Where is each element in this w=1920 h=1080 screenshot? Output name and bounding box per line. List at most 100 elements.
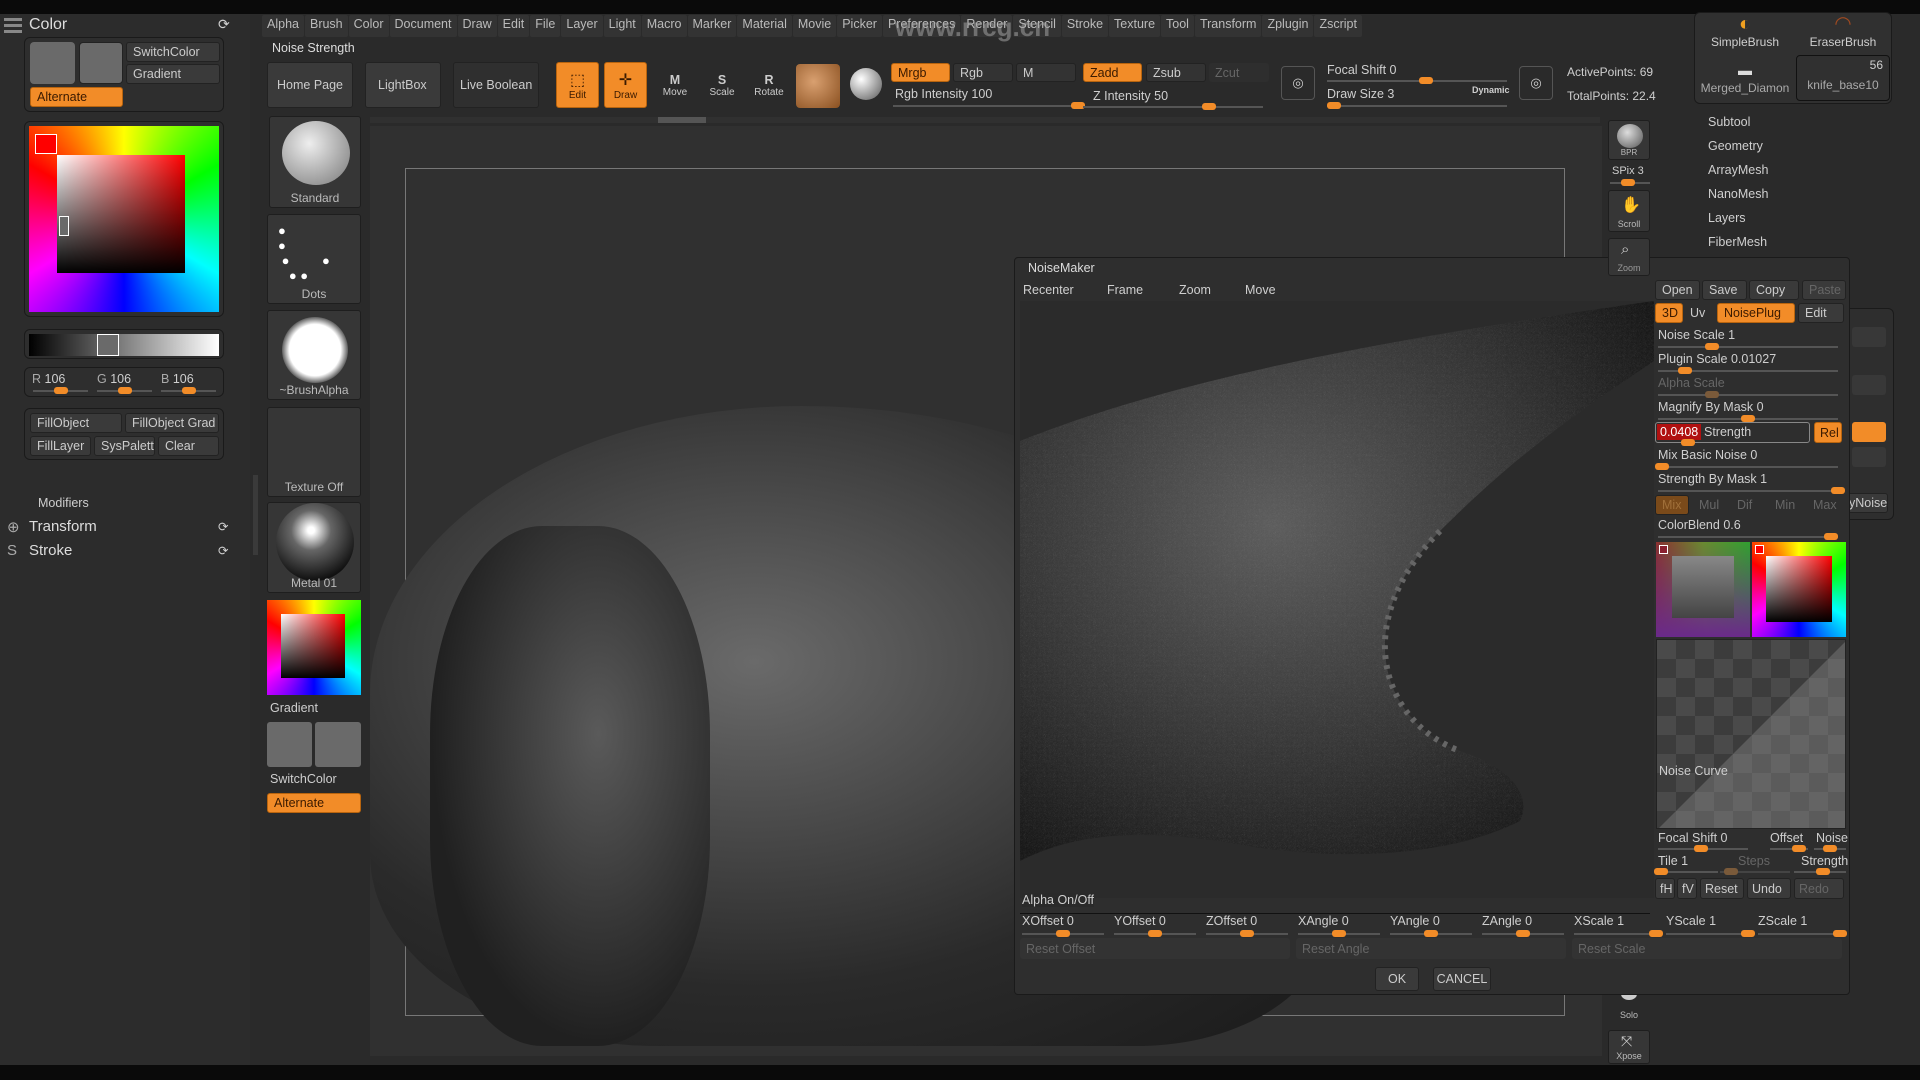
- tool-merged-diamond[interactable]: ▬ Merged_Diamon: [1697, 59, 1793, 101]
- noiseplug-button[interactable]: NoisePlug: [1717, 303, 1795, 323]
- brush-standard[interactable]: Standard: [269, 116, 361, 208]
- clear-button[interactable]: Clear: [158, 436, 219, 456]
- menu-light[interactable]: Light: [603, 15, 641, 37]
- zsub-button[interactable]: Zsub: [1146, 63, 1206, 82]
- rgb-button[interactable]: Rgb: [953, 63, 1013, 82]
- menu-transform[interactable]: Transform: [1194, 15, 1262, 37]
- stroke-dots[interactable]: ● ● ● ● ● ● Dots: [267, 214, 361, 304]
- tool-menu-layers[interactable]: Layers: [1708, 211, 1746, 225]
- rel-button[interactable]: Rel: [1814, 422, 1842, 443]
- g-slider[interactable]: [97, 387, 152, 394]
- spix-slider[interactable]: [1610, 179, 1650, 186]
- zcut-button[interactable]: Zcut: [1209, 63, 1269, 82]
- magnify-by-mask-slider[interactable]: [1658, 415, 1838, 422]
- b-slider[interactable]: [161, 387, 216, 394]
- curve-reset-button[interactable]: Reset: [1700, 878, 1744, 899]
- colorblend-slider[interactable]: [1658, 533, 1838, 540]
- material-sphere-icon[interactable]: [796, 64, 840, 108]
- alternate-button-small[interactable]: Alternate: [267, 793, 361, 813]
- recenter-button[interactable]: Recenter: [1023, 283, 1074, 297]
- curve-tile-slider[interactable]: [1654, 868, 1718, 875]
- xpose-button[interactable]: ⤧ Xpose: [1608, 1030, 1650, 1064]
- menu-zscript[interactable]: Zscript: [1314, 15, 1362, 37]
- menu-file[interactable]: File: [530, 15, 561, 37]
- g-value[interactable]: 106: [110, 372, 131, 386]
- switch-color-button[interactable]: SwitchColor: [126, 42, 220, 62]
- refresh-icon[interactable]: ⟳: [218, 543, 228, 558]
- home-page-button[interactable]: Home Page: [267, 62, 353, 108]
- tool-menu-subtool[interactable]: Subtool: [1708, 115, 1750, 129]
- alternate-button[interactable]: Alternate: [30, 87, 123, 107]
- rotate-button[interactable]: R Rotate: [748, 62, 790, 108]
- ok-button[interactable]: OK: [1375, 967, 1419, 991]
- tool-simplebrush[interactable]: ◐ SimpleBrush: [1697, 13, 1793, 55]
- zadd-button[interactable]: Zadd: [1083, 63, 1142, 82]
- menu-draw[interactable]: Draw: [457, 15, 497, 37]
- menu-alpha[interactable]: Alpha: [262, 15, 304, 37]
- xoffset-slider[interactable]: [1022, 930, 1104, 937]
- curve-fh-button[interactable]: fH: [1655, 878, 1675, 899]
- refresh-icon[interactable]: ⟳: [218, 519, 228, 534]
- strength-slider[interactable]: [1658, 439, 1806, 446]
- edit-button[interactable]: ⬚ Edit: [556, 62, 599, 108]
- xscale-slider[interactable]: [1574, 930, 1663, 937]
- gray-slider-handle[interactable]: [97, 334, 119, 356]
- symmetry-s-icon[interactable]: ◎: [1281, 66, 1315, 100]
- tool-eraserbrush[interactable]: ◠ EraserBrush: [1795, 13, 1891, 55]
- dynamic-button[interactable]: Dynamic: [1472, 85, 1510, 95]
- paste-button[interactable]: Paste: [1802, 280, 1846, 300]
- reset-angle-button[interactable]: Reset Angle: [1296, 938, 1566, 959]
- zoffset-slider[interactable]: [1206, 930, 1288, 937]
- menu-brush[interactable]: Brush: [304, 15, 348, 37]
- strength-value[interactable]: 0.0408: [1657, 424, 1702, 440]
- stroke-sphere-icon[interactable]: [850, 68, 882, 100]
- move-button[interactable]: M Move: [654, 62, 696, 108]
- gray-slider[interactable]: [24, 329, 224, 359]
- xangle-slider[interactable]: [1298, 930, 1380, 937]
- main-color-swatch[interactable]: [30, 42, 75, 84]
- fill-object-button[interactable]: FillObject: [30, 413, 122, 433]
- menu-zplugin[interactable]: Zplugin: [1262, 15, 1314, 37]
- menu-texture[interactable]: Texture: [1109, 15, 1161, 37]
- scale-button[interactable]: S Scale: [701, 62, 743, 108]
- noise-curve-editor[interactable]: Noise Curve: [1656, 639, 1846, 829]
- menu-picker[interactable]: Picker: [837, 15, 882, 37]
- palette-menu-icon[interactable]: [4, 18, 22, 34]
- curve-strength-slider[interactable]: [1794, 868, 1846, 875]
- edit-button[interactable]: Edit: [1798, 303, 1844, 323]
- color-cursor[interactable]: [59, 216, 69, 236]
- zoom-button[interactable]: ⌕ Zoom: [1608, 238, 1650, 276]
- menu-tool[interactable]: Tool: [1161, 15, 1194, 37]
- frame-button[interactable]: Frame: [1107, 283, 1143, 297]
- material-metal[interactable]: Metal 01: [267, 502, 361, 593]
- main-color-swatch-small[interactable]: [267, 722, 312, 767]
- curve-fv-button[interactable]: fV: [1677, 878, 1697, 899]
- background-orange-button[interactable]: [1852, 422, 1886, 442]
- symmetry-d-icon[interactable]: ◎: [1519, 66, 1553, 100]
- by-noise-button[interactable]: yNoise: [1846, 493, 1888, 513]
- rgb-intensity-slider[interactable]: [893, 102, 1085, 109]
- menu-marker[interactable]: Marker: [687, 15, 737, 37]
- gradient-color-picker[interactable]: [267, 600, 361, 695]
- move-button[interactable]: Move: [1245, 283, 1276, 297]
- yscale-slider[interactable]: [1666, 930, 1755, 937]
- gradient-button[interactable]: Gradient: [126, 64, 220, 84]
- m-button[interactable]: M: [1016, 63, 1076, 82]
- menu-layer[interactable]: Layer: [561, 15, 603, 37]
- yoffset-slider[interactable]: [1114, 930, 1196, 937]
- cancel-button[interactable]: CANCEL: [1433, 967, 1491, 991]
- mrgb-button[interactable]: Mrgb: [891, 63, 950, 82]
- tool-menu-geometry[interactable]: Geometry: [1708, 139, 1763, 153]
- curve-undo-button[interactable]: Undo: [1747, 878, 1791, 899]
- menu-document[interactable]: Document: [389, 15, 457, 37]
- sys-palette-button[interactable]: SysPalette: [94, 436, 155, 456]
- zoom-button[interactable]: Zoom: [1179, 283, 1211, 297]
- refresh-icon[interactable]: ⟳: [218, 16, 230, 33]
- menu-stroke[interactable]: Stroke: [1061, 15, 1109, 37]
- strength-field[interactable]: 0.0408 Strength: [1655, 422, 1810, 446]
- stroke-section[interactable]: Stroke: [29, 542, 72, 559]
- reset-scale-button[interactable]: Reset Scale: [1572, 938, 1842, 959]
- open-button[interactable]: Open: [1655, 280, 1700, 300]
- secondary-color-swatch[interactable]: [79, 42, 123, 84]
- noise-preview-viewport[interactable]: [1020, 301, 1654, 898]
